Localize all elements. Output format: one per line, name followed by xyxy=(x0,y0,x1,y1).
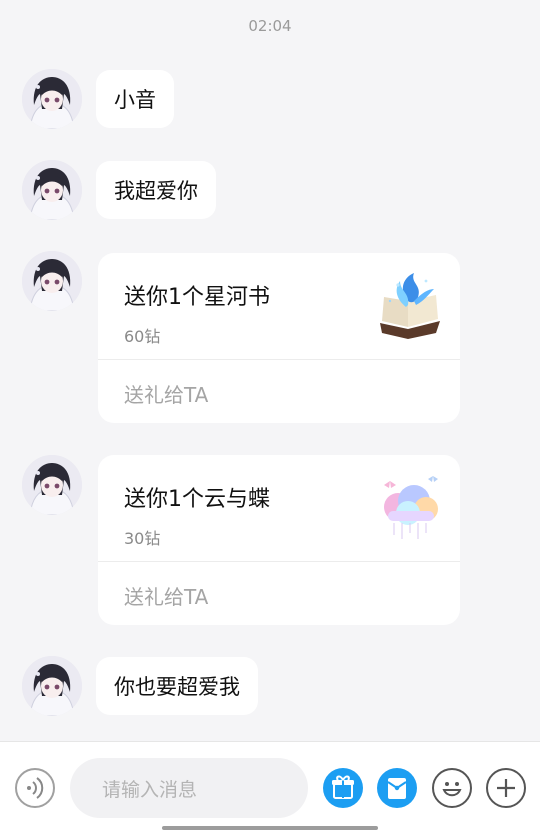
star-river-book-icon xyxy=(376,271,444,341)
avatar[interactable] xyxy=(22,251,82,311)
message-timestamp: 02:04 xyxy=(248,17,292,35)
gift-card[interactable]: 送你1个星河书 60钻 送礼给TA xyxy=(98,253,460,423)
gift-card[interactable]: 送你1个云与蝶 30钻 送礼给TA xyxy=(98,455,460,625)
gift-title: 送你1个星河书 xyxy=(124,285,270,310)
gift-icon[interactable] xyxy=(323,768,363,808)
gift-title: 送你1个云与蝶 xyxy=(124,487,270,512)
home-indicator[interactable] xyxy=(162,826,378,830)
composer-bar: 请输入消息 xyxy=(0,741,540,832)
red-packet-icon[interactable] xyxy=(377,768,417,808)
gift-price: 30钻 xyxy=(124,529,161,548)
voice-icon[interactable] xyxy=(15,768,55,808)
avatar[interactable] xyxy=(22,69,82,129)
message-bubble[interactable]: 我超爱你 xyxy=(96,161,216,219)
avatar[interactable] xyxy=(22,455,82,515)
plus-icon[interactable] xyxy=(486,768,526,808)
cloud-butterfly-icon xyxy=(376,473,444,543)
message-bubble[interactable]: 小音 xyxy=(96,70,174,128)
send-gift-link[interactable]: 送礼给TA xyxy=(124,379,208,408)
emoji-icon[interactable] xyxy=(432,768,472,808)
gift-price: 60钻 xyxy=(124,327,161,346)
message-bubble[interactable]: 你也要超爱我 xyxy=(96,657,258,715)
divider xyxy=(98,359,460,360)
message-input[interactable]: 请输入消息 xyxy=(70,758,308,818)
avatar[interactable] xyxy=(22,656,82,716)
send-gift-link[interactable]: 送礼给TA xyxy=(124,581,208,610)
avatar[interactable] xyxy=(22,160,82,220)
divider xyxy=(98,561,460,562)
